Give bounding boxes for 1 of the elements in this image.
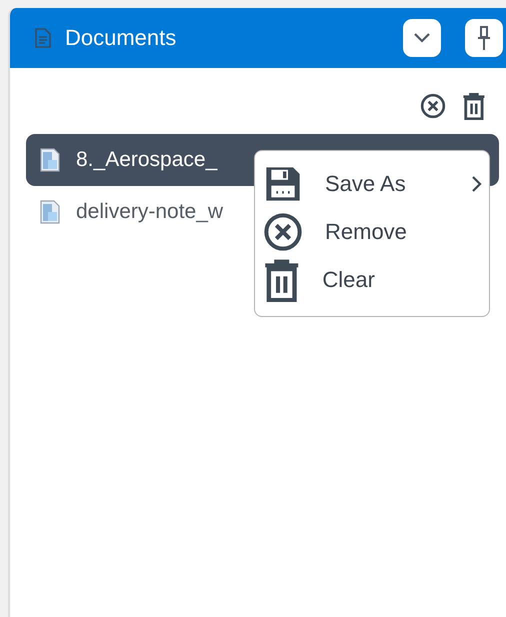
panel-title: Documents: [65, 25, 178, 51]
